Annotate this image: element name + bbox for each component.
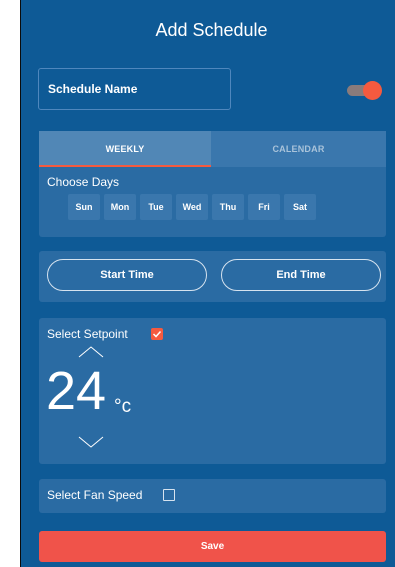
- day-fri[interactable]: Fri: [248, 194, 280, 220]
- days-panel: WEEKLY CALENDAR Choose Days Sun Mon Tue …: [39, 131, 386, 237]
- checkbox-checked-icon: [152, 330, 162, 338]
- day-wed[interactable]: Wed: [176, 194, 208, 220]
- setpoint-label: Select Setpoint: [47, 327, 128, 341]
- schedule-name-input[interactable]: Schedule Name: [38, 68, 231, 110]
- day-mon[interactable]: Mon: [104, 194, 136, 220]
- day-sun[interactable]: Sun: [68, 194, 100, 220]
- setpoint-unit: °c: [114, 396, 132, 417]
- tab-weekly[interactable]: WEEKLY: [39, 131, 211, 167]
- page-title: Add Schedule: [155, 20, 268, 40]
- save-button[interactable]: Save: [39, 531, 386, 562]
- end-time-button[interactable]: End Time: [221, 259, 381, 291]
- choose-days-label: Choose Days: [47, 175, 120, 189]
- schedule-type-tabs: WEEKLY CALENDAR: [39, 131, 386, 167]
- tab-calendar[interactable]: CALENDAR: [211, 131, 386, 167]
- fan-speed-checkbox[interactable]: [163, 489, 175, 501]
- start-time-button[interactable]: Start Time: [47, 259, 207, 291]
- day-sat[interactable]: Sat: [284, 194, 316, 220]
- fan-speed-panel: Select Fan Speed: [39, 479, 386, 513]
- setpoint-value: 24: [46, 361, 107, 421]
- chevron-up-icon[interactable]: [78, 345, 104, 359]
- chevron-down-icon[interactable]: [78, 435, 104, 449]
- setpoint-checkbox[interactable]: [151, 328, 163, 340]
- day-selector: Sun Mon Tue Wed Thu Fri Sat: [68, 194, 316, 220]
- day-thu[interactable]: Thu: [212, 194, 244, 220]
- schedule-enable-toggle[interactable]: [345, 80, 383, 100]
- fan-speed-label: Select Fan Speed: [47, 488, 143, 502]
- setpoint-panel: Select Setpoint 24 °c: [39, 318, 386, 464]
- day-tue[interactable]: Tue: [140, 194, 172, 220]
- add-schedule-screen: Add Schedule Schedule Name WEEKLY CALEND…: [20, 0, 395, 567]
- time-panel: Start Time End Time: [39, 251, 386, 302]
- toggle-thumb: [363, 81, 382, 100]
